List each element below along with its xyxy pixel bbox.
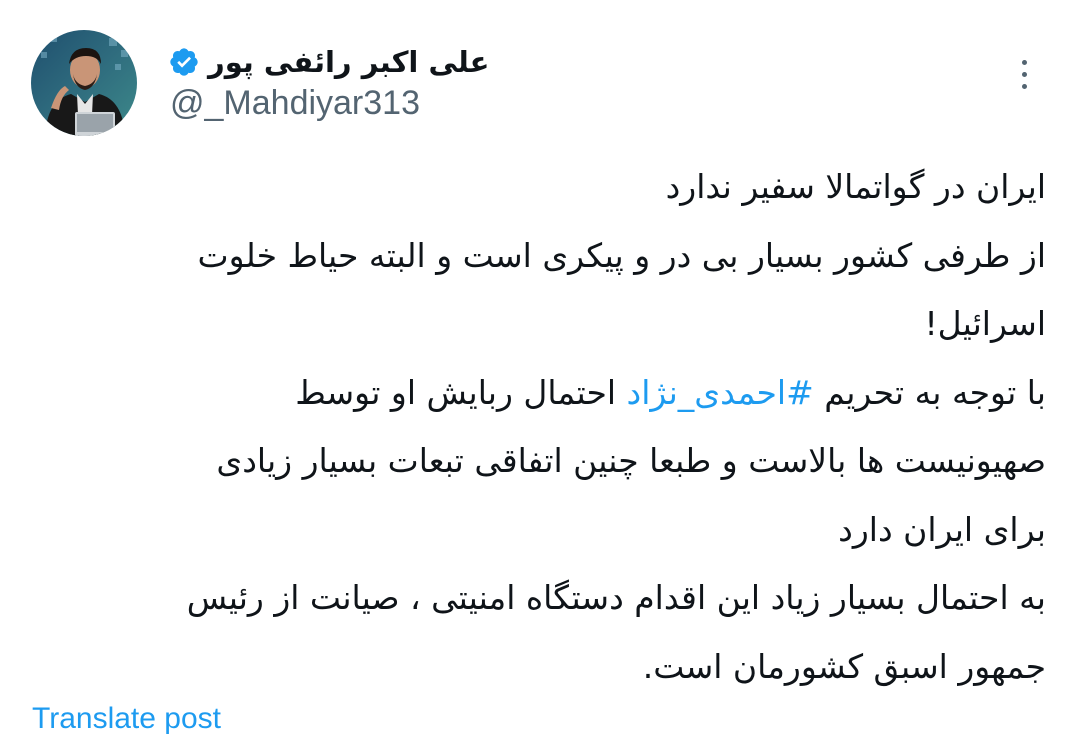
- more-dot: [1021, 83, 1027, 89]
- more-dot: [1021, 59, 1027, 65]
- tweet-line: صهیونیست ها بالاست و طبعا چنین اتفاقی تب…: [216, 441, 1046, 480]
- tweet-text-segment: احتمال ربایش او توسط: [295, 372, 627, 412]
- author-name-row: علی اکبر رائفی پور: [168, 40, 489, 84]
- verified-badge-icon: [168, 46, 200, 78]
- tweet-line: برای ایران دارد: [838, 509, 1046, 549]
- tweet-text: ایران در گواتمالا سفیر ندارد از طرفی کشو…: [36, 153, 1046, 701]
- author-handle[interactable]: @_Mahdiyar313: [170, 84, 420, 123]
- tweet-line: جمهور اسبق کشورمان است.: [642, 646, 1046, 686]
- more-dot: [1021, 71, 1027, 77]
- tweet-line: از طرفی کشور بسیار بی در و پیکری است و ا…: [197, 235, 1046, 275]
- translate-post-link[interactable]: Translate post: [32, 702, 221, 736]
- author-display-name[interactable]: علی اکبر رائفی پور: [208, 45, 489, 79]
- tweet-card: علی اکبر رائفی پور @_Mahdiyar313 ایران د…: [0, 0, 1080, 750]
- tweet-line-with-hashtag: با توجه به تحریم #احمدی_نژاد احتمال ربای…: [36, 359, 1046, 428]
- tweet-line: اسرائیل!: [924, 304, 1046, 343]
- avatar-photo: [31, 30, 137, 136]
- hashtag-link[interactable]: #احمدی_نژاد: [627, 373, 814, 412]
- more-options-button[interactable]: [1004, 52, 1044, 96]
- tweet-line: به احتمال بسیار زیاد این اقدام دستگاه ام…: [186, 578, 1046, 617]
- author-avatar[interactable]: [31, 30, 137, 136]
- tweet-line: ایران در گواتمالا سفیر ندارد: [665, 167, 1046, 206]
- tweet-text-segment: با توجه به تحریم: [813, 372, 1046, 412]
